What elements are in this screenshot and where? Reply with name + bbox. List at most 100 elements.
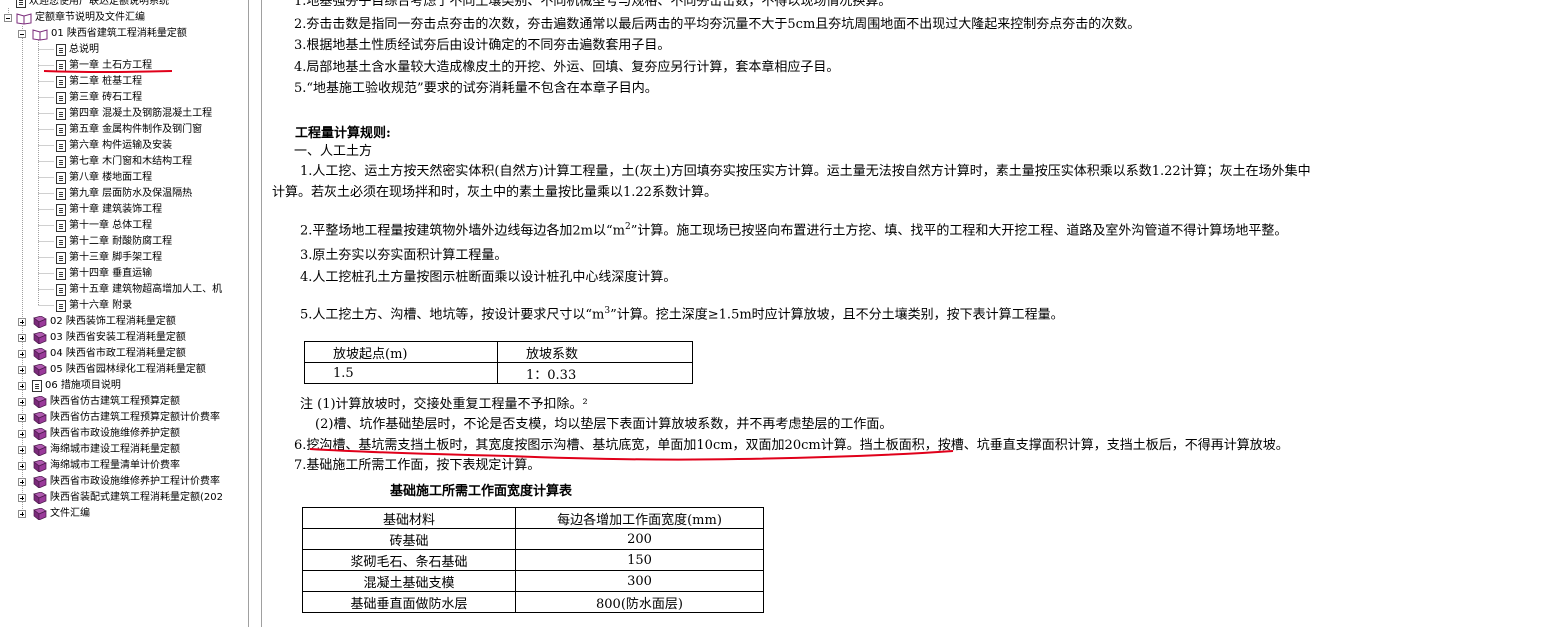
document-icon xyxy=(16,0,26,8)
tree-group-item[interactable]: 陕西省仿古建筑工程预算定额计价费率 xyxy=(32,410,220,426)
rule-text: 。挡土板面积，按槽、坑垂直支撑面积计算，支挡土板后，不得再计算放坡。 xyxy=(846,438,1289,453)
tree-chapter-item[interactable]: 第十二章 耐酸防腐工程 xyxy=(56,234,172,250)
book-icon xyxy=(33,396,47,408)
table-cell: 混凝土基础支模 xyxy=(302,570,516,592)
table-cell: 150 xyxy=(515,549,764,571)
tree-group-item[interactable]: 02 陕西装饰工程消耗量定额 xyxy=(32,314,176,330)
body-line: 计算。若灰土必须在现场拌和时，灰土中的素土量按比量乘以1.22系数计算。 xyxy=(272,185,717,200)
document-icon xyxy=(56,300,66,312)
expand-toggle[interactable] xyxy=(18,478,26,486)
book-icon xyxy=(33,492,47,504)
expand-toggle[interactable] xyxy=(18,334,26,342)
document-icon xyxy=(56,220,66,232)
body-line: 4.局部地基土含水量较大造成橡皮土的开挖、外运、回填、复夯应另行计算，套本章相应… xyxy=(294,60,840,75)
document-icon xyxy=(56,268,66,280)
document-icon xyxy=(32,380,42,392)
collapse-toggle[interactable] xyxy=(18,30,26,38)
tree-chapter-item[interactable]: 第一章 土石方工程 xyxy=(56,58,152,74)
table-cell: 300 xyxy=(515,570,764,592)
table-cell: 1：0.33 xyxy=(497,362,693,384)
tree-group-item[interactable]: 04 陕西省市政工程消耗量定额 xyxy=(32,346,186,362)
tree-chapter-item[interactable]: 总说明 xyxy=(56,42,99,58)
tree-group-item[interactable]: 03 陕西省安装工程消耗量定额 xyxy=(32,330,186,346)
expand-toggle[interactable] xyxy=(18,318,26,326)
tree-panel: 欢迎您使用广联达定额说明系统 定额章节说明及文件汇编 01 陕西省建筑工程消耗量… xyxy=(0,0,243,627)
document-icon xyxy=(56,252,66,264)
document-icon xyxy=(56,156,66,168)
book-icon xyxy=(33,444,47,456)
book-icon xyxy=(33,316,47,328)
document-icon xyxy=(56,236,66,248)
tree-chapter-item[interactable]: 第二章 桩基工程 xyxy=(56,74,142,90)
tree-chapter-item[interactable]: 第十五章 建筑物超高增加人工、机 xyxy=(56,282,222,298)
body-line: 5.“地基施工验收规范”要求的试夯消耗量不包含在本章子目内。 xyxy=(294,81,658,96)
tree-group-item[interactable]: 陕西省市政设施维修养护定额 xyxy=(32,426,180,442)
tree-group-item[interactable]: 文件汇编 xyxy=(32,506,90,522)
tree-chapter-item[interactable]: 第三章 砖石工程 xyxy=(56,90,142,106)
rule-text: ”计算。挖土深度≥1.5m时应计算放坡，且不分土壤类别，按下表计算工程量。 xyxy=(610,307,1064,323)
tree-chapter-item[interactable]: 第七章 木门窗和木结构工程 xyxy=(56,154,192,170)
tree-group-item[interactable]: 05 陕西省园林绿化工程消耗量定额 xyxy=(32,362,206,378)
tree-chapter-item[interactable]: 第十四章 垂直运输 xyxy=(56,266,152,282)
book-icon xyxy=(33,476,47,488)
tree-group-item[interactable]: 海绵城市建设工程消耗量定额 xyxy=(32,442,180,458)
tree-chapter-item[interactable]: 第十一章 总体工程 xyxy=(56,218,152,234)
tree-chapter-item[interactable]: 第六章 构件运输及安装 xyxy=(56,138,172,154)
document-icon xyxy=(56,140,66,152)
table-header-cell: 放坡系数 xyxy=(497,341,693,363)
document-content: 1.地基强夯子目综合考虑了不同土壤类别、不同机械型号与规格、不同夯击击数，不得以… xyxy=(262,0,1554,627)
expand-toggle[interactable] xyxy=(18,382,26,390)
tree-group-item[interactable]: 陕西省市政设施维修养护工程计价费率 xyxy=(32,474,220,490)
body-line: 3.原土夯实以夯实面积计算工程量。 xyxy=(300,248,508,263)
table-row: 砖基础 200 xyxy=(302,528,764,550)
tree-chapter-item[interactable]: 第四章 混凝土及钢筋混凝土工程 xyxy=(56,106,212,122)
tree-root-welcome[interactable]: 欢迎您使用广联达定额说明系统 xyxy=(16,0,169,10)
tree-chapter-item[interactable]: 第九章 层面防水及保温隔热 xyxy=(56,186,192,202)
body-line: 7.基础施工所需工作面，按下表规定计算。 xyxy=(294,458,541,473)
table-row: 混凝土基础支模 300 xyxy=(302,570,764,592)
tree-group-item[interactable]: 陕西省装配式建筑工程消耗量定额(202 xyxy=(32,490,223,506)
book-icon xyxy=(33,348,47,360)
tree-group-item[interactable]: 06 措施项目说明 xyxy=(32,378,121,394)
body-line: 6.挖沟槽、基坑需支挡土板时，其宽度按图示沟槽、基坑底宽，单面加10cm，双面加… xyxy=(294,437,1289,455)
tree-root-chapter-docs[interactable]: 定额章节说明及文件汇编 xyxy=(16,10,145,26)
document-icon xyxy=(56,204,66,216)
collapse-toggle[interactable] xyxy=(4,14,12,22)
rule-text: 5.人工挖土方、沟槽、地坑等，按设计要求尺寸以“m xyxy=(300,307,605,323)
document-icon xyxy=(56,108,66,120)
table-cell: 800(防水面层) xyxy=(515,591,764,613)
highlighted-text: 6.挖沟槽、基坑需支挡土板时，其宽度按图示沟槽、基坑底宽，单面加10cm，双面加… xyxy=(294,438,847,453)
expand-toggle[interactable] xyxy=(18,414,26,422)
expand-toggle[interactable] xyxy=(18,462,26,470)
tree-chapter-item[interactable]: 第十六章 附录 xyxy=(56,298,132,314)
pane-divider[interactable] xyxy=(248,0,249,627)
expand-toggle[interactable] xyxy=(18,366,26,374)
body-line: 4.人工挖桩孔土方量按图示桩断面乘以设计桩孔中心线深度计算。 xyxy=(300,270,677,285)
document-icon xyxy=(56,44,66,56)
table-header-cell: 每边各增加工作面宽度(mm) xyxy=(515,507,764,529)
document-icon xyxy=(56,76,66,88)
expand-toggle[interactable] xyxy=(18,430,26,438)
table-row: 浆砌毛石、条石基础 150 xyxy=(302,549,764,571)
body-line: 1.地基强夯子目综合考虑了不同土壤类别、不同机械型号与规格、不同夯击击数，不得以… xyxy=(294,0,892,9)
table-cell: 砖基础 xyxy=(302,528,516,550)
tree-group-item[interactable]: 陕西省仿古建筑工程预算定额 xyxy=(32,394,180,410)
table-cell: 基础垂直面做防水层 xyxy=(302,591,516,613)
tree-group-item[interactable]: 海绵城市工程量清单计价费率 xyxy=(32,458,180,474)
expand-toggle[interactable] xyxy=(18,350,26,358)
book-icon xyxy=(33,460,47,472)
table-header-cell: 放坡起点(m) xyxy=(304,341,498,363)
expand-toggle[interactable] xyxy=(18,494,26,502)
expand-toggle[interactable] xyxy=(18,510,26,518)
table-cell: 200 xyxy=(515,528,764,550)
body-line: 5.人工挖土方、沟槽、地坑等，按设计要求尺寸以“m3”计算。挖土深度≥1.5m时… xyxy=(300,302,1064,324)
expand-toggle[interactable] xyxy=(18,446,26,454)
tree-chapter-item[interactable]: 第十章 建筑装饰工程 xyxy=(56,202,162,218)
tree-chapter-item[interactable]: 第八章 楼地面工程 xyxy=(56,170,152,186)
tree-chapter-item[interactable]: 第十三章 脚手架工程 xyxy=(56,250,162,266)
body-line: 2.平整场地工程量按建筑物外墙外边线每边各加2m以“m2”计算。施工现场已按竖向… xyxy=(300,218,1287,240)
tree-group-01[interactable]: 01 陕西省建筑工程消耗量定额 xyxy=(32,26,187,42)
tree-chapter-item[interactable]: 第五章 金属构件制作及钢门窗 xyxy=(56,122,202,138)
expand-toggle[interactable] xyxy=(18,398,26,406)
rule-text: 2.平整场地工程量按建筑物外墙外边线每边各加2m以“m xyxy=(300,223,625,239)
